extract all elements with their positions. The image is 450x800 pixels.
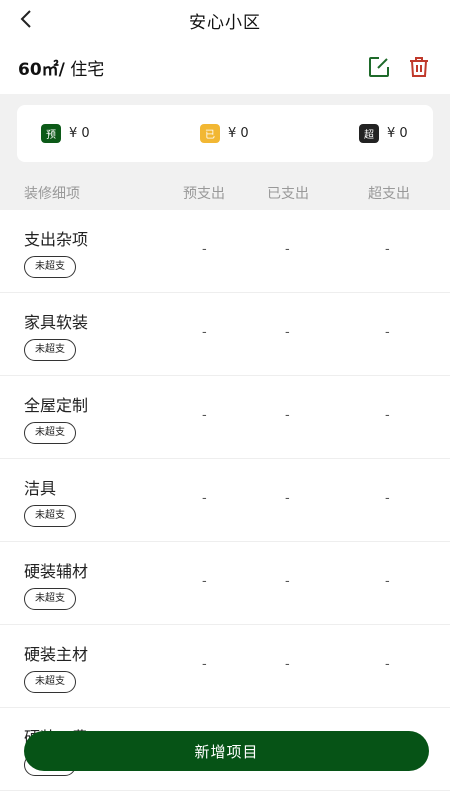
table-row[interactable]: 支出杂项 未超支 - - - [0,210,450,293]
over-cell: - [385,325,390,340]
table-row[interactable]: 家具软装 未超支 - - - [0,293,450,376]
over-cell: - [385,657,390,672]
spent-cell: - [285,491,290,506]
budget-cell: - [202,408,207,423]
budget-total: ¥ 0 [69,126,90,141]
item-name: 支出杂项 [24,230,89,249]
over-cell: - [385,242,390,257]
table-header: 装修细项 预支出 已支出 超支出 [0,174,450,210]
spent-cell: - [285,574,290,589]
table-row[interactable]: 洁具 未超支 - - - [0,459,450,542]
status-badge: 未超支 [24,256,76,278]
status-badge: 未超支 [24,588,76,610]
item-name: 家具软装 [24,313,89,332]
status-badge: 未超支 [24,339,76,361]
expense-list: 支出杂项 未超支 - - - 家具软装 未超支 - - - 全屋定制 未超支 -… [0,210,450,800]
column-spent: 已支出 [267,186,309,202]
chevron-left-icon [20,10,31,28]
edit-button[interactable] [366,54,392,80]
house-area: 60㎡/ [18,59,65,80]
status-badge: 未超支 [24,671,76,693]
table-row[interactable]: 全屋定制 未超支 - - - [0,376,450,459]
spent-cell: - [285,657,290,672]
status-badge: 未超支 [24,505,76,527]
table-row[interactable]: 硬装辅材 未超支 - - - [0,542,450,625]
add-item-button[interactable]: 新增项目 [24,731,429,771]
over-cell: - [385,408,390,423]
budget-cell: - [202,574,207,589]
delete-button[interactable] [406,54,432,80]
spent-cell: - [285,325,290,340]
budget-badge: 预 [41,124,61,143]
budget-cell: - [202,491,207,506]
item-name: 洁具 [24,479,57,498]
house-info-bar: 60㎡/ 住宅 [0,40,450,94]
over-total: ¥ 0 [387,126,408,141]
trash-icon [410,57,428,77]
back-button[interactable] [14,6,40,32]
budget-cell: - [202,657,207,672]
edit-icon [369,57,389,77]
spent-cell: - [285,242,290,257]
spent-total: ¥ 0 [228,126,249,141]
status-badge: 未超支 [24,422,76,444]
spent-cell: - [285,408,290,423]
over-cell: - [385,574,390,589]
over-badge: 超 [359,124,379,143]
summary-budget: 预 ¥ 0 [41,105,90,162]
house-info: 60㎡/ 住宅 [18,55,366,80]
expense-summary-card: 预 ¥ 0 已 ¥ 0 超 ¥ 0 [17,105,433,162]
item-name: 全屋定制 [24,396,89,415]
house-type: 住宅 [64,59,105,80]
budget-cell: - [202,242,207,257]
summary-spent: 已 ¥ 0 [200,105,249,162]
item-name: 硬装辅材 [24,562,89,581]
page-title: 安心小区 [189,12,261,33]
column-budget: 预支出 [183,186,225,202]
column-item: 装修细项 [24,186,80,202]
summary-over: 超 ¥ 0 [359,105,408,162]
column-over: 超支出 [368,186,410,202]
over-cell: - [385,491,390,506]
top-nav-bar: 安心小区 [0,0,450,40]
table-row[interactable]: 硬装主材 未超支 - - - [0,625,450,708]
item-name: 硬装主材 [24,645,89,664]
budget-cell: - [202,325,207,340]
spent-badge: 已 [200,124,220,143]
